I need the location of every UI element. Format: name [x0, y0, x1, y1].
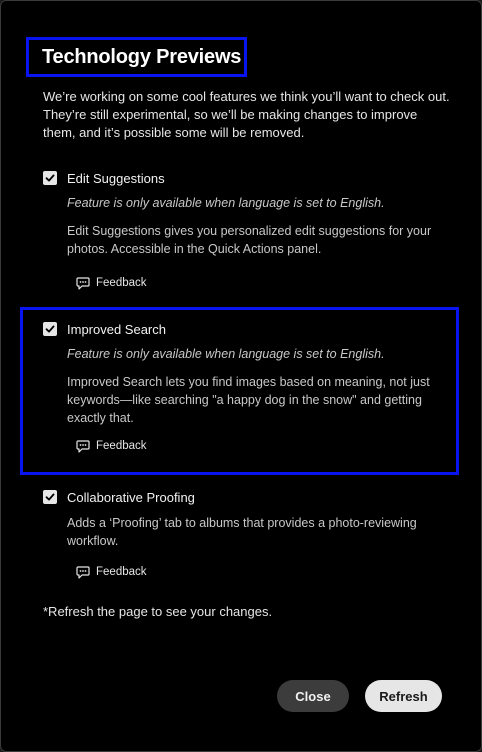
- checkmark-icon: [45, 174, 55, 182]
- checkmark-icon: [45, 325, 55, 333]
- feature-note: Feature is only available when language …: [67, 196, 385, 210]
- feedback-label: Feedback: [96, 566, 147, 578]
- collaborative-proofing-feedback-link[interactable]: Feedback: [76, 564, 447, 580]
- speech-bubble-icon: [76, 439, 90, 453]
- speech-bubble-icon: [76, 565, 90, 579]
- checkmark-icon: [45, 493, 55, 501]
- feedback-label: Feedback: [96, 440, 147, 452]
- edit-suggestions-checkbox[interactable]: [43, 171, 57, 185]
- refresh-button[interactable]: Refresh: [365, 680, 442, 712]
- feedback-label: Feedback: [96, 277, 147, 289]
- feature-name: Improved Search: [67, 321, 166, 337]
- feature-description: Adds a ‘Proofing’ tab to albums that pro…: [67, 516, 417, 548]
- title-highlight-box: Technology Previews: [26, 37, 247, 77]
- feature-name: Edit Suggestions: [67, 170, 165, 186]
- feature-description: Edit Suggestions gives you personalized …: [67, 224, 432, 256]
- intro-text: We’re working on some cool features we t…: [43, 89, 450, 140]
- feature-description: Improved Search lets you find images bas…: [67, 375, 430, 425]
- technology-previews-dialog: Technology Previews We’re working on som…: [0, 0, 482, 752]
- refresh-footnote: *Refresh the page to see your changes.: [43, 604, 273, 619]
- feature-name: Collaborative Proofing: [67, 489, 195, 505]
- feature-edit-suggestions: Edit Suggestions Feature is only availab…: [43, 169, 447, 291]
- feature-note: Feature is only available when language …: [67, 347, 385, 361]
- edit-suggestions-feedback-link[interactable]: Feedback: [76, 275, 447, 291]
- improved-search-feedback-link[interactable]: Feedback: [76, 438, 447, 454]
- feature-collaborative-proofing: Collaborative Proofing Adds a ‘Proofing’…: [43, 488, 447, 580]
- feature-improved-search: Improved Search Feature is only availabl…: [43, 320, 447, 454]
- close-button[interactable]: Close: [277, 680, 349, 712]
- speech-bubble-icon: [76, 276, 90, 290]
- improved-search-checkbox[interactable]: [43, 322, 57, 336]
- collaborative-proofing-checkbox[interactable]: [43, 490, 57, 504]
- dialog-title: Technology Previews: [42, 45, 242, 68]
